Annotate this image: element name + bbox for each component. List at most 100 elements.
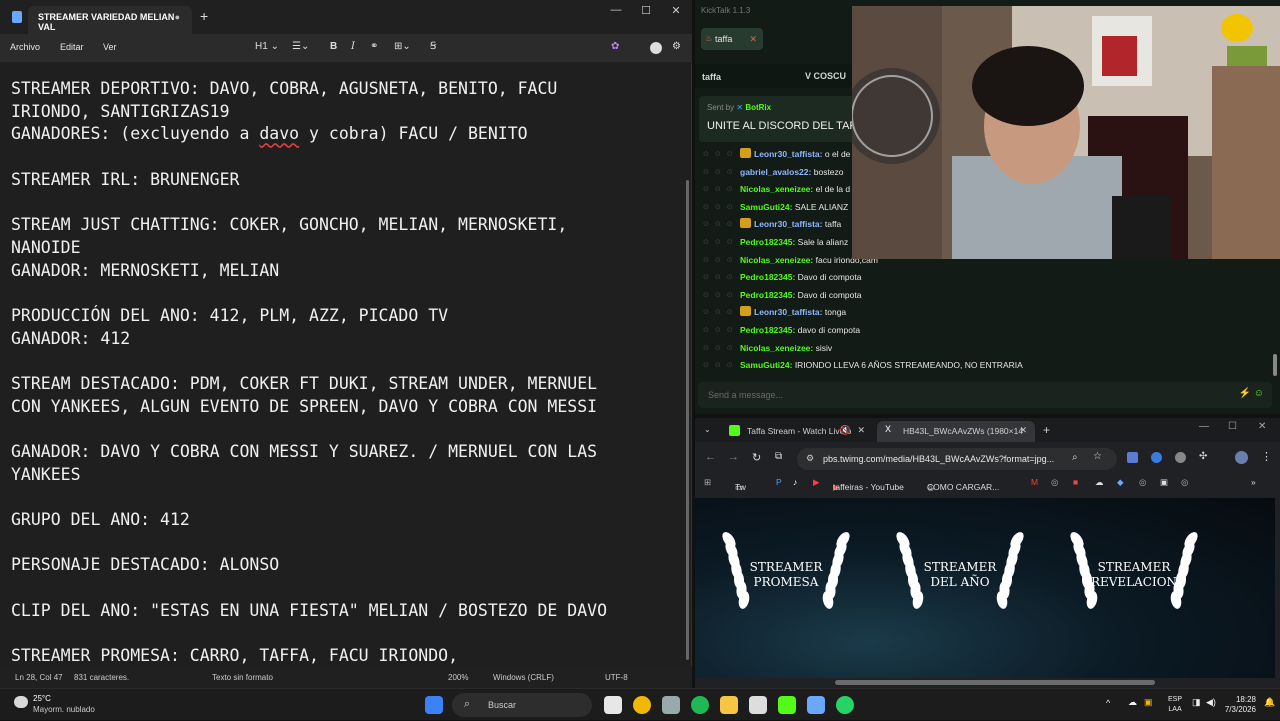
chat-username[interactable]: Leonr30_taffista: (754, 219, 823, 229)
link-icon[interactable]: ⚭ (370, 41, 378, 52)
menu-ver[interactable]: Ver (103, 42, 117, 52)
message-actions-icon[interactable]: ⊙⊙⊙ (703, 220, 739, 228)
close-tab-icon[interactable]: ✕ (749, 34, 757, 45)
whatsapp-icon[interactable] (836, 696, 854, 714)
table-icon[interactable]: ⊞⌄ (394, 41, 411, 52)
menu-archivo[interactable]: Archivo (10, 42, 40, 52)
back-icon[interactable]: ← (705, 451, 716, 463)
message-actions-icon[interactable]: ⊙⊙⊙ (703, 308, 739, 316)
chat-message[interactable]: ⊙⊙⊙ Nicolas_xeneizee: sisiv (695, 340, 1275, 358)
subbar-other[interactable]: V COSCU (805, 71, 846, 81)
chrome-tab-image[interactable]: X HB43L_BWcAAvZWs (1980×14 ✕ (877, 421, 1035, 442)
bookmark-camera-icon[interactable]: ▣ (1160, 477, 1168, 488)
close-tab-image-icon[interactable]: ✕ (1019, 425, 1027, 436)
chat-username[interactable]: SamuGuti24: (740, 360, 792, 370)
clock[interactable]: 18:28 7/3/2026 (1220, 695, 1256, 715)
tray-app-icon[interactable]: ▣ (1144, 697, 1153, 708)
kicktalk-icon[interactable] (778, 696, 796, 714)
notepad-editor[interactable]: STREAMER DEPORTIVO: DAVO, COBRA, AGUSNET… (0, 62, 686, 666)
list-icon[interactable]: ☰⌄ (292, 41, 309, 52)
chat-message[interactable]: ⊙⊙⊙ Pedro182345: Davo di compota (695, 269, 1275, 287)
task-view-icon[interactable] (604, 696, 622, 714)
image-viewer[interactable]: STREAMER PROMESA STREAMER DEL AÑO STREAMER RE… (695, 498, 1275, 678)
bookmark-globe2-icon[interactable]: ◎ (1181, 477, 1188, 488)
heading-dropdown[interactable]: H1 ⌄ (255, 41, 279, 52)
account-icon[interactable] (650, 42, 662, 54)
chrome-close-icon[interactable]: ✕ (1258, 421, 1266, 432)
bookmark-gmail-icon[interactable]: M (1031, 477, 1038, 487)
status-encoding[interactable]: UTF-8 (605, 673, 628, 682)
extension-translate-icon[interactable] (1127, 452, 1138, 463)
notifications-icon[interactable]: 🔔 (1264, 697, 1275, 708)
status-zoom[interactable]: 200% (448, 673, 468, 682)
reload-icon[interactable]: ↻ (752, 451, 761, 464)
bookmark-tiktok-icon[interactable]: ♪ (793, 477, 797, 487)
chrome-tab-kick[interactable]: Taffa Stream - Watch Live o 🔇 ✕ (721, 421, 873, 442)
file-explorer-icon[interactable] (720, 696, 738, 714)
bold-icon[interactable]: B (330, 41, 337, 52)
italic-icon[interactable]: I (351, 41, 355, 52)
site-info-icon[interactable]: ⚙ (806, 453, 814, 464)
store-icon[interactable] (749, 696, 767, 714)
bookmark-cloud-icon[interactable]: ☁ (1095, 477, 1104, 488)
chat-username[interactable]: Nicolas_xeneizee: (740, 343, 813, 353)
misspelled-word[interactable]: davo (259, 124, 299, 143)
message-actions-icon[interactable]: ⊙⊙⊙ (703, 344, 739, 352)
chat-input[interactable]: Send a message... ⚡ ☺ (698, 382, 1272, 408)
language-indicator[interactable]: ESP LAA (1168, 695, 1182, 715)
message-actions-icon[interactable]: ⊙⊙⊙ (703, 256, 739, 264)
tray-overflow-icon[interactable]: ^ (1106, 698, 1110, 708)
extension-vpn-icon[interactable] (1151, 452, 1162, 463)
new-tab-icon[interactable]: + (200, 8, 208, 24)
bookmark-youtube-icon[interactable]: ▶ (813, 477, 820, 488)
bookmark-blue-icon[interactable]: ◆ (1117, 477, 1124, 488)
message-actions-icon[interactable]: ⊙⊙⊙ (703, 361, 739, 369)
chat-channel-tab[interactable]: ♨ taffa ✕ (701, 28, 763, 50)
chat-username[interactable]: Pedro182345: (740, 237, 795, 247)
message-actions-icon[interactable]: ⊙⊙⊙ (703, 273, 739, 281)
chrome-minimize-icon[interactable]: — (1199, 421, 1209, 432)
emote-icon[interactable]: ⚡ ☺ (1239, 388, 1264, 399)
chat-username[interactable]: SamuGuti24: (740, 202, 792, 212)
extension-gray-icon[interactable] (1175, 452, 1186, 463)
message-actions-icon[interactable]: ⊙⊙⊙ (703, 203, 739, 211)
mute-tab-icon[interactable]: 🔇 (840, 425, 851, 436)
steam-icon[interactable] (662, 696, 680, 714)
notepad-icon[interactable] (807, 696, 825, 714)
network-icon[interactable]: ◨ (1192, 697, 1201, 708)
zoom-icon[interactable]: ⌕ (1072, 452, 1078, 463)
apps-grid-icon[interactable]: ⊞ (704, 477, 711, 488)
message-actions-icon[interactable]: ⊙⊙⊙ (703, 326, 739, 334)
subbar-channel[interactable]: taffa (702, 72, 721, 82)
copilot-icon[interactable]: ✿ (611, 41, 619, 52)
bookmark-star-icon[interactable]: ☆ (1093, 451, 1102, 462)
bookmark-globe-icon[interactable]: ◎ (1051, 477, 1058, 488)
tab-search-icon[interactable]: ⌄ (704, 425, 711, 434)
spotify-icon[interactable] (691, 696, 709, 714)
chat-username[interactable]: Leonr30_taffista: (754, 149, 823, 159)
tray-cloud-icon[interactable]: ☁ (1128, 697, 1137, 708)
close-tab-kick-icon[interactable]: ✕ (857, 425, 865, 436)
chat-username[interactable]: gabriel_avalos22: (740, 167, 811, 177)
chrome-menu-icon[interactable]: ⋮ (1261, 450, 1272, 463)
start-windows-icon[interactable] (425, 696, 443, 714)
chat-message[interactable]: ⊙⊙⊙ Leonr30_taffista: tonga (695, 304, 1275, 322)
chat-message[interactable]: ⊙⊙⊙ SamuGuti24: IRIONDO LLEVA 6 AÑOS STRE… (695, 357, 1275, 375)
bookmark-paypal-icon[interactable]: P (776, 477, 782, 487)
message-actions-icon[interactable]: ⊙⊙⊙ (703, 238, 739, 246)
taskbar-search[interactable]: ⌕ Buscar (452, 693, 592, 717)
volume-icon[interactable]: ◀) (1206, 697, 1216, 708)
chat-username[interactable]: Pedro182345: (740, 325, 795, 335)
message-actions-icon[interactable]: ⊙⊙⊙ (703, 168, 739, 176)
extensions-puzzle-icon[interactable]: ✣ (1199, 451, 1207, 462)
chrome-taskbar-icon[interactable] (633, 696, 651, 714)
maximize-icon[interactable]: ☐ (636, 4, 656, 17)
chat-message[interactable]: ⊙⊙⊙ Pedro182345: Davo di compota (695, 287, 1275, 305)
bookmark-red-icon[interactable]: ■ (1073, 477, 1078, 487)
chat-message[interactable]: ⊙⊙⊙ Pedro182345: davo di compota (695, 322, 1275, 340)
forward-icon[interactable]: → (728, 451, 739, 463)
chat-scrollbar[interactable] (1273, 354, 1277, 376)
status-eol[interactable]: Windows (CRLF) (493, 673, 554, 682)
close-icon[interactable]: ✕ (666, 4, 686, 17)
message-actions-icon[interactable]: ⊙⊙⊙ (703, 185, 739, 193)
